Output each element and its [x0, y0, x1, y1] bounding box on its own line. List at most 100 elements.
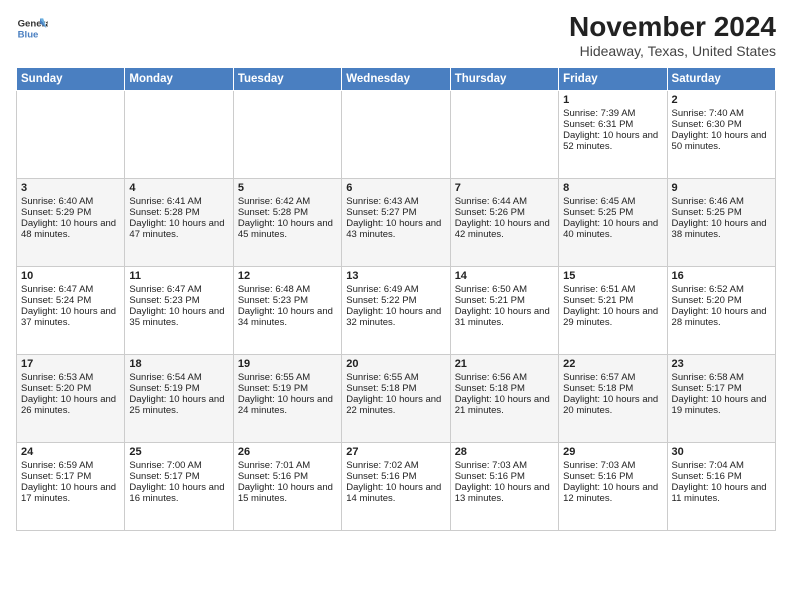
calendar-day-cell [17, 90, 125, 178]
calendar-day-cell [233, 90, 341, 178]
day-info-line: Daylight: 10 hours and 11 minutes. [672, 482, 771, 504]
day-info-line: Sunrise: 6:55 AM [346, 372, 445, 383]
day-number: 2 [672, 94, 771, 106]
day-info-line: Sunrise: 7:02 AM [346, 460, 445, 471]
day-info-line: Sunrise: 6:54 AM [129, 372, 228, 383]
calendar-day-cell: 5Sunrise: 6:42 AMSunset: 5:28 PMDaylight… [233, 178, 341, 266]
page: General Blue November 2024 Hideaway, Tex… [0, 0, 792, 612]
calendar-day-cell [125, 90, 233, 178]
day-info-line: Daylight: 10 hours and 40 minutes. [563, 218, 662, 240]
day-info-line: Sunrise: 6:51 AM [563, 284, 662, 295]
day-info-line: Sunrise: 6:59 AM [21, 460, 120, 471]
day-info-line: Sunrise: 6:47 AM [129, 284, 228, 295]
day-number: 13 [346, 270, 445, 282]
day-number: 11 [129, 270, 228, 282]
day-info-line: Daylight: 10 hours and 34 minutes. [238, 306, 337, 328]
calendar-day-cell: 2Sunrise: 7:40 AMSunset: 6:30 PMDaylight… [667, 90, 775, 178]
day-info-line: Sunset: 5:16 PM [346, 471, 445, 482]
day-info-line: Sunset: 5:17 PM [672, 383, 771, 394]
day-number: 26 [238, 446, 337, 458]
day-info-line: Sunset: 5:21 PM [455, 295, 554, 306]
calendar-day-cell: 3Sunrise: 6:40 AMSunset: 5:29 PMDaylight… [17, 178, 125, 266]
day-number: 10 [21, 270, 120, 282]
day-number: 8 [563, 182, 662, 194]
day-info-line: Sunset: 5:19 PM [238, 383, 337, 394]
calendar-day-cell: 1Sunrise: 7:39 AMSunset: 6:31 PMDaylight… [559, 90, 667, 178]
day-of-week-header: Friday [559, 67, 667, 90]
day-number: 30 [672, 446, 771, 458]
day-number: 9 [672, 182, 771, 194]
day-info-line: Sunrise: 6:55 AM [238, 372, 337, 383]
calendar-day-cell: 17Sunrise: 6:53 AMSunset: 5:20 PMDayligh… [17, 354, 125, 442]
calendar-day-cell: 15Sunrise: 6:51 AMSunset: 5:21 PMDayligh… [559, 266, 667, 354]
calendar-day-cell: 21Sunrise: 6:56 AMSunset: 5:18 PMDayligh… [450, 354, 558, 442]
calendar-day-cell: 7Sunrise: 6:44 AMSunset: 5:26 PMDaylight… [450, 178, 558, 266]
day-info-line: Daylight: 10 hours and 50 minutes. [672, 130, 771, 152]
day-info-line: Sunrise: 6:48 AM [238, 284, 337, 295]
day-info-line: Sunset: 5:16 PM [238, 471, 337, 482]
day-info-line: Sunset: 5:18 PM [563, 383, 662, 394]
day-number: 4 [129, 182, 228, 194]
day-number: 12 [238, 270, 337, 282]
calendar-day-cell: 10Sunrise: 6:47 AMSunset: 5:24 PMDayligh… [17, 266, 125, 354]
calendar-day-cell: 4Sunrise: 6:41 AMSunset: 5:28 PMDaylight… [125, 178, 233, 266]
day-number: 19 [238, 358, 337, 370]
day-number: 15 [563, 270, 662, 282]
day-number: 14 [455, 270, 554, 282]
day-info-line: Sunset: 5:23 PM [129, 295, 228, 306]
calendar-week-row: 10Sunrise: 6:47 AMSunset: 5:24 PMDayligh… [17, 266, 776, 354]
day-number: 29 [563, 446, 662, 458]
day-info-line: Daylight: 10 hours and 28 minutes. [672, 306, 771, 328]
day-number: 24 [21, 446, 120, 458]
calendar-body: 1Sunrise: 7:39 AMSunset: 6:31 PMDaylight… [17, 90, 776, 530]
day-info-line: Sunrise: 7:03 AM [455, 460, 554, 471]
day-info-line: Daylight: 10 hours and 22 minutes. [346, 394, 445, 416]
day-of-week-header: Tuesday [233, 67, 341, 90]
day-info-line: Daylight: 10 hours and 45 minutes. [238, 218, 337, 240]
calendar-day-cell: 12Sunrise: 6:48 AMSunset: 5:23 PMDayligh… [233, 266, 341, 354]
calendar-table: SundayMondayTuesdayWednesdayThursdayFrid… [16, 67, 776, 531]
calendar-day-cell [450, 90, 558, 178]
day-info-line: Sunset: 5:27 PM [346, 207, 445, 218]
calendar-day-cell: 19Sunrise: 6:55 AMSunset: 5:19 PMDayligh… [233, 354, 341, 442]
day-info-line: Daylight: 10 hours and 14 minutes. [346, 482, 445, 504]
day-info-line: Daylight: 10 hours and 15 minutes. [238, 482, 337, 504]
day-of-week-header: Saturday [667, 67, 775, 90]
calendar-day-cell: 14Sunrise: 6:50 AMSunset: 5:21 PMDayligh… [450, 266, 558, 354]
day-info-line: Daylight: 10 hours and 17 minutes. [21, 482, 120, 504]
day-info-line: Sunset: 6:31 PM [563, 119, 662, 130]
day-info-line: Sunrise: 7:04 AM [672, 460, 771, 471]
day-info-line: Sunrise: 6:46 AM [672, 196, 771, 207]
day-info-line: Daylight: 10 hours and 26 minutes. [21, 394, 120, 416]
day-number: 18 [129, 358, 228, 370]
calendar-day-cell: 6Sunrise: 6:43 AMSunset: 5:27 PMDaylight… [342, 178, 450, 266]
day-info-line: Sunset: 5:16 PM [563, 471, 662, 482]
calendar-day-cell: 26Sunrise: 7:01 AMSunset: 5:16 PMDayligh… [233, 442, 341, 530]
day-info-line: Sunrise: 6:56 AM [455, 372, 554, 383]
calendar-day-cell: 29Sunrise: 7:03 AMSunset: 5:16 PMDayligh… [559, 442, 667, 530]
day-number: 25 [129, 446, 228, 458]
title-block: November 2024 Hideaway, Texas, United St… [569, 12, 776, 59]
calendar-day-cell: 11Sunrise: 6:47 AMSunset: 5:23 PMDayligh… [125, 266, 233, 354]
day-info-line: Sunrise: 6:57 AM [563, 372, 662, 383]
day-number: 3 [21, 182, 120, 194]
logo-icon: General Blue [16, 12, 48, 44]
day-info-line: Sunset: 5:17 PM [21, 471, 120, 482]
calendar-week-row: 3Sunrise: 6:40 AMSunset: 5:29 PMDaylight… [17, 178, 776, 266]
calendar-day-cell: 30Sunrise: 7:04 AMSunset: 5:16 PMDayligh… [667, 442, 775, 530]
day-info-line: Daylight: 10 hours and 32 minutes. [346, 306, 445, 328]
day-info-line: Sunset: 5:25 PM [563, 207, 662, 218]
day-info-line: Sunrise: 7:40 AM [672, 108, 771, 119]
day-number: 16 [672, 270, 771, 282]
calendar-day-cell: 23Sunrise: 6:58 AMSunset: 5:17 PMDayligh… [667, 354, 775, 442]
month-title: November 2024 [569, 12, 776, 43]
day-info-line: Daylight: 10 hours and 48 minutes. [21, 218, 120, 240]
day-info-line: Sunrise: 6:44 AM [455, 196, 554, 207]
day-info-line: Daylight: 10 hours and 19 minutes. [672, 394, 771, 416]
day-info-line: Daylight: 10 hours and 47 minutes. [129, 218, 228, 240]
day-of-week-header: Sunday [17, 67, 125, 90]
calendar-day-cell: 9Sunrise: 6:46 AMSunset: 5:25 PMDaylight… [667, 178, 775, 266]
day-number: 23 [672, 358, 771, 370]
calendar-day-cell: 28Sunrise: 7:03 AMSunset: 5:16 PMDayligh… [450, 442, 558, 530]
calendar-day-cell: 22Sunrise: 6:57 AMSunset: 5:18 PMDayligh… [559, 354, 667, 442]
